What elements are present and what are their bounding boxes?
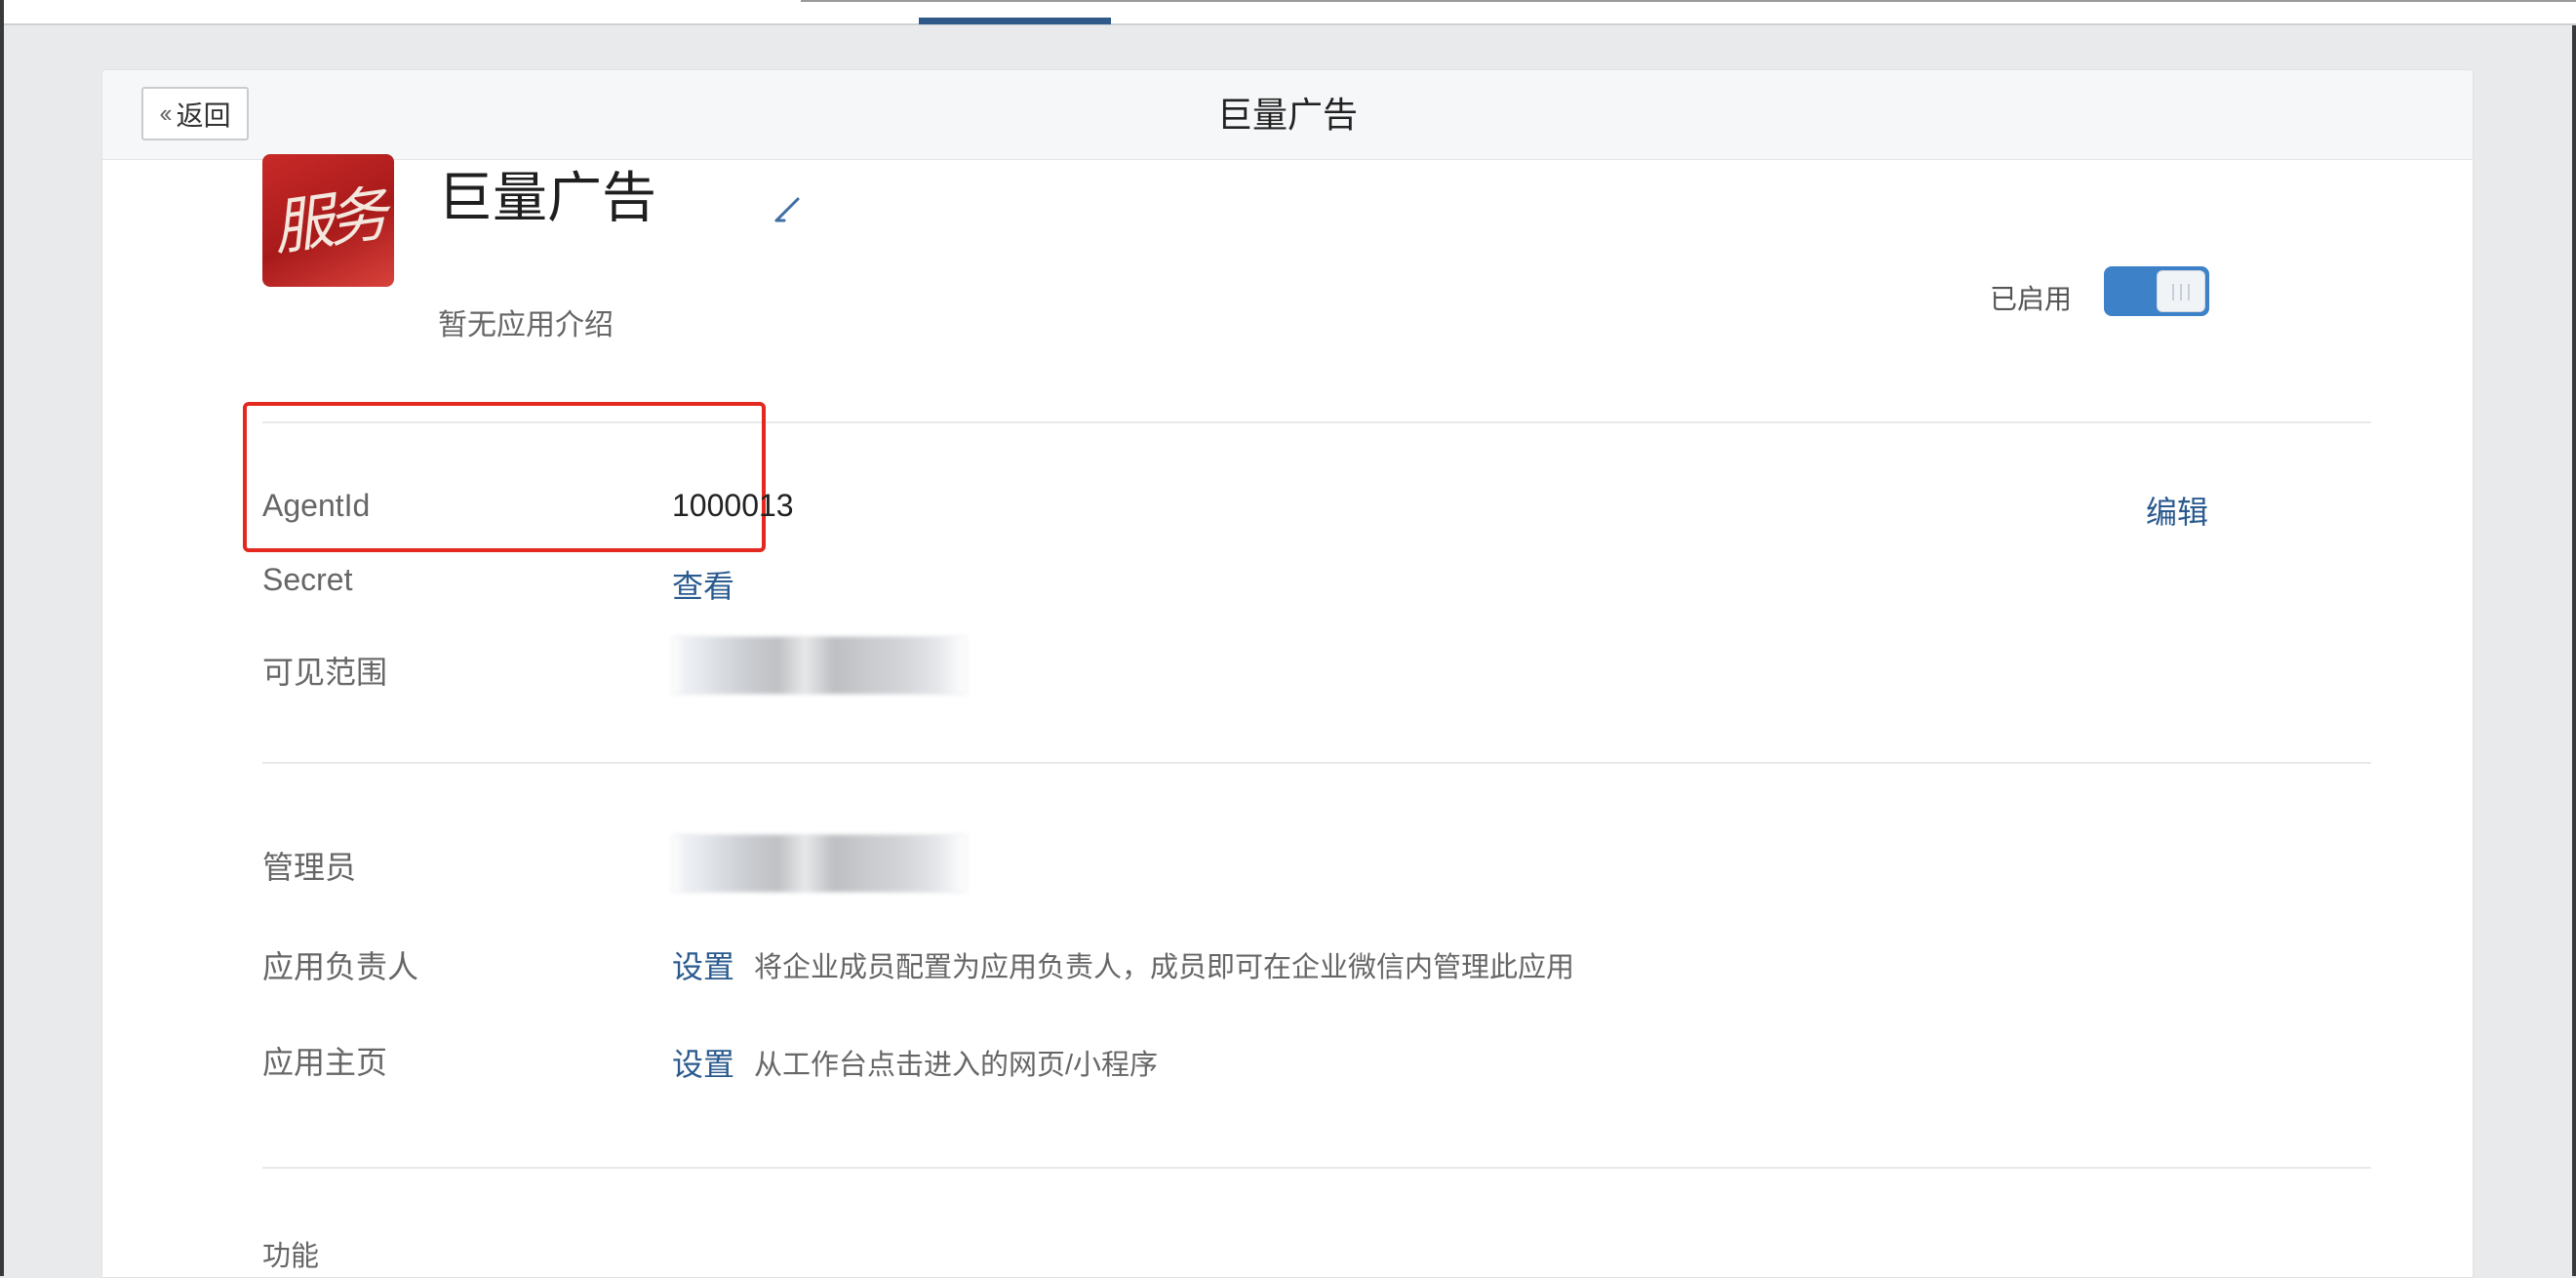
admin-value-redacted [672,834,967,893]
app-description: 暂无应用介绍 [438,309,614,341]
secret-label: Secret [262,562,353,597]
visibility-value-redacted [672,636,967,695]
section-divider [262,762,2371,764]
card-header: ‹‹ 返回 巨量广告 [102,70,2473,160]
pencil-icon[interactable] [773,193,804,224]
app-name: 巨量广告 [438,167,656,228]
owner-set-link[interactable]: 设置 [672,942,734,987]
window-left-edge [0,0,4,1276]
homepage-description: 从工作台点击进入的网页/小程序 [754,1050,1159,1081]
page-title: 巨量广告 [1216,95,1358,135]
homepage-set-link[interactable]: 设置 [672,1040,734,1085]
app-logo: 服务 [262,154,394,287]
owner-label: 应用负责人 [262,949,419,984]
homepage-label: 应用主页 [262,1045,388,1080]
highlight-box [243,402,766,552]
toggle-knob [2157,270,2205,312]
agentid-label: AgentId [262,488,371,523]
visibility-label: 可见范围 [262,655,388,690]
edit-link[interactable]: 编辑 [2146,488,2208,533]
owner-description: 将企业成员配置为应用负责人，成员即可在企业微信内管理此应用 [754,952,1575,983]
app-logo-glyph: 服务 [268,178,387,264]
top-nav-active-indicator [919,18,1111,24]
agentid-value: 1000013 [672,488,794,523]
section-divider [262,1167,2371,1169]
features-label: 功能 [262,1241,320,1272]
app-detail-card: ‹‹ 返回 巨量广告 [101,69,2474,1278]
secret-view-link[interactable]: 查看 [672,562,734,607]
top-nav-bar [4,0,2576,25]
admin-label: 管理员 [262,850,357,885]
window-right-edge [2572,0,2576,1276]
top-nav-divider [801,0,2576,2]
status-label: 已启用 [1990,284,2073,314]
enable-toggle[interactable] [2104,266,2209,316]
